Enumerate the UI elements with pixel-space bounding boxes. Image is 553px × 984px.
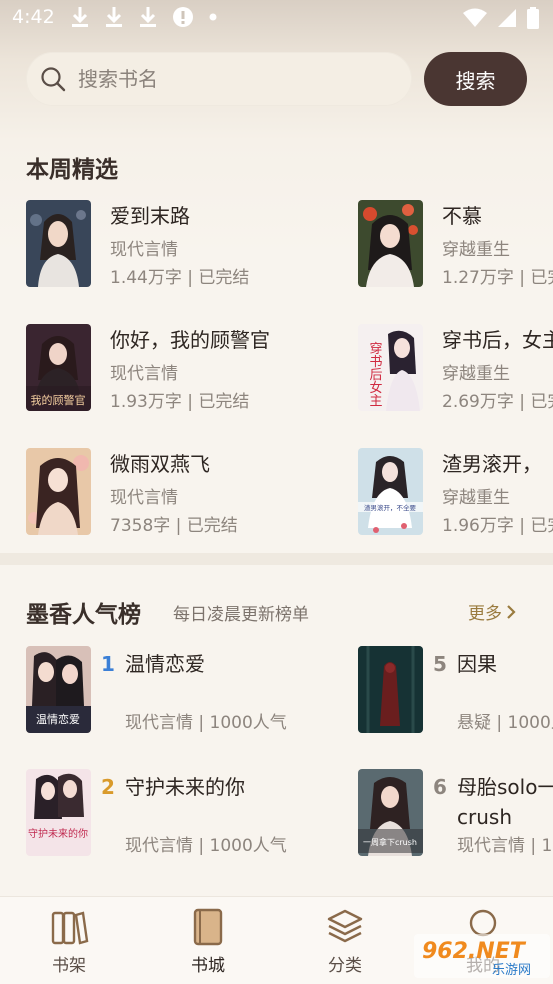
layers-icon: [327, 909, 363, 943]
book-genre: 穿越重生: [442, 240, 510, 260]
book-genre: 现代言情: [110, 488, 178, 508]
download-icon: [70, 6, 90, 28]
chevron-right-icon: [507, 604, 516, 619]
status-system-icons: [463, 7, 539, 29]
section-divider: [0, 553, 553, 565]
cover-title: 穿书后女主: [367, 341, 383, 407]
book-cover[interactable]: [26, 448, 91, 535]
status-notifications: [70, 6, 218, 28]
book-title: 不慕: [442, 204, 482, 228]
book-meta: 现代言情 | 1000人气: [125, 836, 287, 856]
book-cover[interactable]: [26, 200, 91, 287]
watermark-brand: 962.NET: [422, 939, 527, 964]
search-button[interactable]: 搜索: [424, 52, 527, 106]
book-meta: 现代言情 | 1: [457, 836, 553, 856]
nav-label: 分类: [328, 956, 362, 976]
section-title-weekly: 本周精选: [26, 157, 118, 183]
nav-label: 书城: [191, 956, 225, 976]
rank-number: 5: [433, 652, 447, 676]
ranking-item[interactable]: 守护未来的你 2 守护未来的你 现代言情 | 1000人气: [26, 769, 336, 859]
book-cover[interactable]: 我的顾警官: [26, 324, 91, 411]
book-title: 穿书后，女主: [442, 328, 553, 352]
status-bar: 4:42: [0, 0, 553, 38]
ranking-item[interactable]: 5 因果 悬疑 | 1000人: [358, 646, 553, 736]
book-title: 守护未来的你: [125, 775, 245, 799]
book-meta: 1.27万字 | 已完: [442, 268, 553, 288]
book-genre: 现代言情: [110, 364, 178, 384]
search-bar[interactable]: [26, 52, 412, 106]
book-genre: 穿越重生: [442, 488, 510, 508]
book-meta: 1.93万字 | 已完结: [110, 392, 250, 412]
book-title: 微雨双燕飞: [110, 452, 210, 476]
book-cover[interactable]: [358, 646, 423, 733]
ranking-item[interactable]: 一周拿下crush 6 母胎solo一 crush 现代言情 | 1: [358, 769, 553, 859]
section-title-ranking: 墨香人气榜: [26, 602, 141, 628]
battery-icon: [527, 7, 539, 29]
cover-title: 一周拿下crush: [363, 837, 417, 847]
search-input[interactable]: [78, 67, 378, 91]
rank-number: 6: [433, 775, 447, 799]
book-title: 你好，我的顾警官: [110, 328, 270, 352]
book-cover[interactable]: 一周拿下crush: [358, 769, 423, 856]
book-cover[interactable]: [358, 200, 423, 287]
book-title: 母胎solo一 crush: [457, 775, 553, 829]
download-icon: [138, 6, 158, 28]
book-title: 温情恋爱: [125, 652, 205, 676]
book-card[interactable]: 穿书后女主 穿书后，女主 穿越重生 2.69万字 | 已完: [358, 324, 553, 414]
watermark-sub: 乐游网: [492, 963, 531, 978]
watermark-logo: 962.NET 乐游网: [414, 934, 550, 978]
book-card[interactable]: 我的顾警官 你好，我的顾警官 现代言情 1.93万字 | 已完结: [26, 324, 336, 414]
ranking-subtitle: 每日凌晨更新榜单: [173, 605, 309, 625]
book-title: 爱到末路: [110, 204, 190, 228]
book-cover[interactable]: 温情恋爱: [26, 646, 91, 733]
signal-icon: [497, 8, 517, 28]
book-meta: 2.69万字 | 已完: [442, 392, 553, 412]
more-label: 更多: [468, 604, 502, 624]
download-icon: [104, 6, 124, 28]
book-cover[interactable]: 守护未来的你: [26, 769, 91, 856]
nav-label: 书架: [52, 956, 86, 976]
book-genre: 穿越重生: [442, 364, 510, 384]
book-meta: 现代言情 | 1000人气: [125, 713, 287, 733]
cover-title: 温情恋爱: [36, 712, 80, 726]
book-card[interactable]: 不慕 穿越重生 1.27万字 | 已完: [358, 200, 553, 290]
bookshelf-icon: [51, 911, 89, 945]
wifi-icon: [463, 8, 487, 28]
book-title: 渣男滚开，: [442, 452, 542, 476]
cover-title: 守护未来的你: [28, 827, 88, 840]
book-cover[interactable]: 穿书后女主: [358, 324, 423, 411]
book-genre: 现代言情: [110, 240, 178, 260]
book-icon: [193, 908, 223, 946]
status-time: 4:42: [12, 6, 55, 28]
book-meta: 悬疑 | 1000人: [457, 713, 553, 733]
book-card[interactable]: 爱到末路 现代言情 1.44万字 | 已完结: [26, 200, 336, 290]
cover-title: 我的顾警官: [31, 393, 86, 407]
book-card[interactable]: 微雨双燕飞 现代言情 7358字 | 已完结: [26, 448, 336, 538]
book-cover[interactable]: 渣男滚开，不全要: [358, 448, 423, 535]
search-icon: [41, 67, 66, 92]
book-card[interactable]: 渣男滚开，不全要 渣男滚开， 穿越重生 1.96万字 | 已完: [358, 448, 553, 538]
more-link[interactable]: 更多: [468, 599, 516, 624]
book-meta: 1.96万字 | 已完: [442, 516, 553, 536]
rank-number: 1: [101, 652, 115, 676]
book-title: 因果: [457, 652, 497, 676]
nav-item-bookstore[interactable]: 书城: [168, 907, 248, 976]
rank-number: 2: [101, 775, 115, 799]
nav-item-category[interactable]: 分类: [305, 907, 385, 976]
ranking-item[interactable]: 温情恋爱 1 温情恋爱 现代言情 | 1000人气: [26, 646, 336, 736]
cover-title: 渣男滚开，不全要: [364, 503, 417, 512]
alert-icon: [172, 6, 194, 28]
dot-icon: [208, 12, 218, 22]
nav-item-bookshelf[interactable]: 书架: [29, 907, 109, 976]
book-meta: 7358字 | 已完结: [110, 516, 238, 536]
book-meta: 1.44万字 | 已完结: [110, 268, 250, 288]
